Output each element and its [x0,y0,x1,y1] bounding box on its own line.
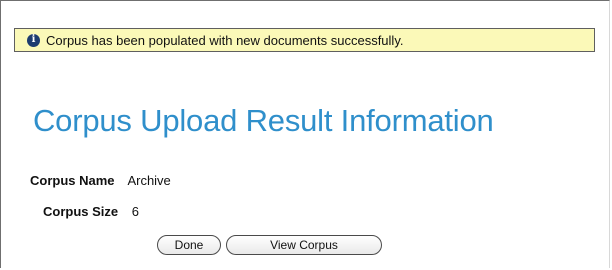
corpus-size-value: 6 [131,204,139,219]
info-icon: i [27,33,40,47]
view-corpus-button[interactable]: View Corpus [226,235,382,255]
success-notice: i Corpus has been populated with new doc… [14,28,595,52]
page-title: Corpus Upload Result Information [33,103,494,138]
corpus-name-row: Corpus Name Archive [30,173,171,188]
done-button[interactable]: Done [157,235,221,255]
corpus-size-row: Corpus Size 6 [43,204,139,219]
action-buttons: Done View Corpus [157,235,382,255]
corpus-name-value: Archive [127,173,171,188]
corpus-name-label: Corpus Name [30,173,115,188]
notice-message: Corpus has been populated with new docum… [46,32,404,48]
corpus-size-label: Corpus Size [43,204,119,219]
